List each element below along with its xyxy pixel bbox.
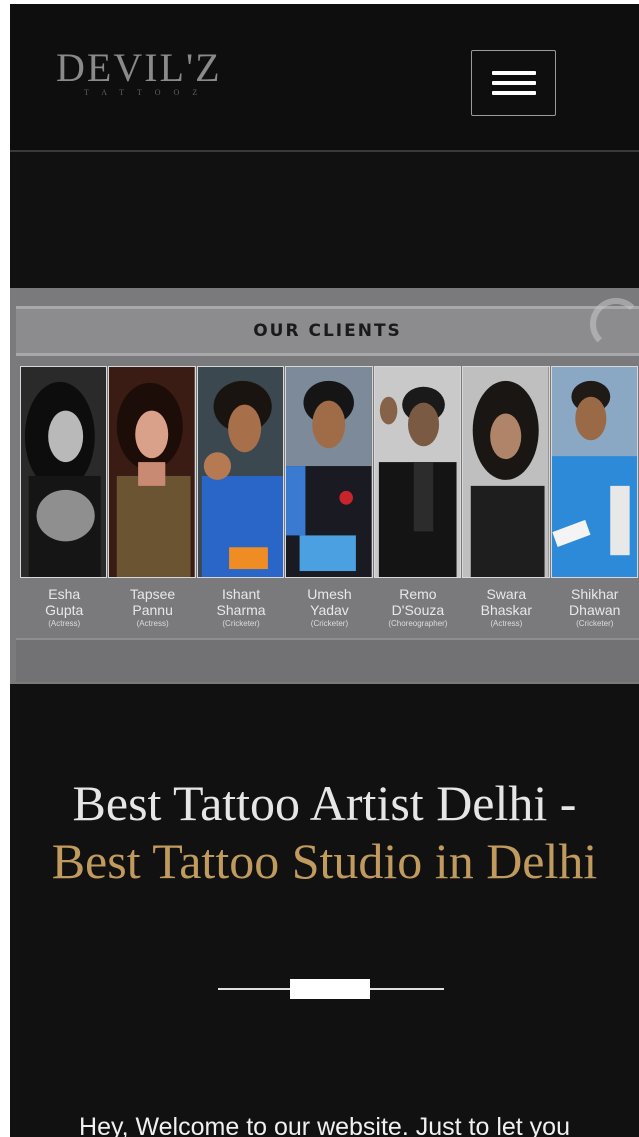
client-role: (Actress) bbox=[490, 619, 523, 628]
client-last-name: Sharma bbox=[216, 602, 266, 618]
page: DEVIL'Z TATTOOZ OUR CLIENTS Esha Gupta (… bbox=[10, 4, 639, 1137]
site-logo[interactable]: DEVIL'Z TATTOOZ bbox=[56, 45, 222, 98]
client-portrait bbox=[108, 366, 196, 578]
client-last-name: Pannu bbox=[132, 602, 173, 618]
heading-divider bbox=[218, 979, 444, 999]
heading-primary: Best Tattoo Artist Delhi - bbox=[72, 775, 577, 831]
client-portrait bbox=[285, 366, 373, 578]
site-header: DEVIL'Z TATTOOZ bbox=[10, 4, 639, 152]
menu-toggle-button[interactable] bbox=[471, 50, 556, 116]
client-last-name: Dhawan bbox=[569, 602, 621, 618]
client-first-name: Tapsee bbox=[130, 586, 176, 602]
client-role: (Actress) bbox=[136, 619, 169, 628]
banner-title: OUR CLIENTS bbox=[253, 321, 402, 341]
client-role: (Cricketer) bbox=[222, 619, 260, 628]
client-first-name: Shikhar bbox=[571, 586, 619, 602]
client-label: Ishant Sharma (Cricketer) bbox=[197, 586, 285, 629]
client-last-name: D'Souza bbox=[391, 602, 445, 618]
client-label: Tapsee Pannu (Actress) bbox=[108, 586, 196, 629]
client-role: (Cricketer) bbox=[310, 619, 349, 628]
client-first-name: Remo bbox=[399, 586, 437, 602]
welcome-text: Hey, Welcome to our website. Just to let… bbox=[79, 1113, 570, 1137]
logo-tagline: TATTOOZ bbox=[84, 88, 211, 97]
client-role: (Actress) bbox=[48, 619, 81, 628]
loading-spinner-icon bbox=[590, 298, 639, 350]
client-first-name: Esha bbox=[48, 586, 81, 602]
client-label: Shikhar Dhawan (Cricketer) bbox=[551, 586, 639, 629]
client-portrait bbox=[373, 366, 462, 578]
client-label: Esha Gupta (Actress) bbox=[20, 586, 108, 629]
client-first-name: Swara bbox=[486, 586, 527, 602]
page-heading: Best Tattoo Artist Delhi - Best Tattoo S… bbox=[10, 774, 639, 890]
client-label: Swara Bhaskar (Actress) bbox=[462, 586, 550, 629]
client-portrait bbox=[20, 366, 108, 578]
client-portrait bbox=[196, 366, 285, 578]
client-first-name: Umesh bbox=[307, 586, 352, 602]
banner-title-strip: OUR CLIENTS bbox=[16, 306, 639, 356]
logo-wordmark: DEVIL'Z bbox=[56, 45, 222, 90]
client-label: Remo D'Souza (Choreographer) bbox=[374, 586, 462, 629]
client-role: (Choreographer) bbox=[388, 619, 448, 628]
client-role: (Cricketer) bbox=[576, 619, 614, 628]
banner-bottom-strip bbox=[16, 638, 639, 682]
client-last-name: Yadav bbox=[310, 602, 349, 618]
client-portrait bbox=[550, 366, 638, 578]
client-portraits bbox=[20, 366, 639, 578]
client-last-name: Gupta bbox=[45, 602, 84, 618]
client-name-labels: Esha Gupta (Actress) Tapsee Pannu (Actre… bbox=[20, 586, 639, 629]
client-first-name: Ishant bbox=[221, 586, 261, 602]
client-label: Umesh Yadav (Cricketer) bbox=[285, 586, 373, 629]
client-last-name: Bhaskar bbox=[480, 602, 532, 618]
heading-accent: Best Tattoo Studio in Delhi bbox=[51, 833, 598, 889]
clients-banner[interactable]: OUR CLIENTS Esha Gupta (Actress) Tapsee … bbox=[10, 288, 639, 684]
client-portrait bbox=[462, 366, 550, 578]
